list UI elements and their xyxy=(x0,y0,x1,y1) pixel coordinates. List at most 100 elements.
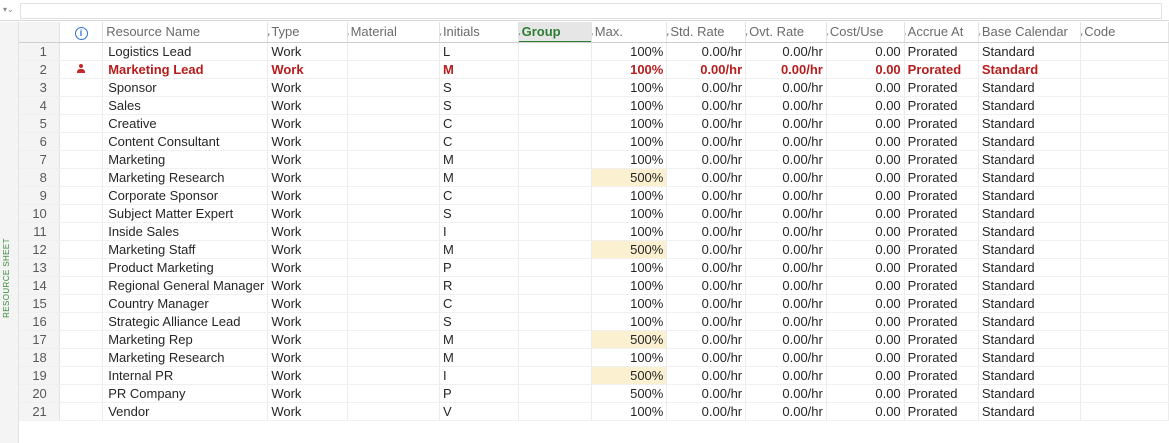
max-units-cell[interactable]: 100% xyxy=(591,276,668,295)
header-resource-name[interactable]: Resource Name xyxy=(102,22,269,43)
cost-use-cell[interactable]: 0.00 xyxy=(826,312,905,331)
type-cell[interactable]: Work xyxy=(267,60,348,79)
row-number[interactable]: 5 xyxy=(19,114,60,133)
initials-cell[interactable]: M xyxy=(439,348,519,367)
header-accrue-at[interactable]: ▾Accrue At xyxy=(904,22,979,43)
chevron-down-icon[interactable]: ▾ xyxy=(667,31,669,39)
ovt-rate-cell[interactable]: 0.00/hr xyxy=(745,402,827,421)
material-cell[interactable] xyxy=(347,78,440,97)
initials-cell[interactable]: P xyxy=(439,258,519,277)
max-units-cell[interactable]: 100% xyxy=(591,186,668,205)
type-cell[interactable]: Work xyxy=(267,330,348,349)
row-number[interactable]: 13 xyxy=(19,258,60,277)
header-code[interactable]: ▾Code xyxy=(1080,22,1169,43)
accrue-at-cell[interactable]: Prorated xyxy=(904,78,979,97)
initials-cell[interactable]: C xyxy=(439,186,519,205)
max-units-cell[interactable]: 100% xyxy=(591,294,668,313)
table-row[interactable]: 5 Creative Work C 100% 0.00/hr 0.00/hr 0.00 Pror… xyxy=(19,114,1169,133)
std-rate-cell[interactable]: 0.00/hr xyxy=(666,330,747,349)
ovt-rate-cell[interactable]: 0.00/hr xyxy=(745,204,827,223)
row-number[interactable]: 14 xyxy=(19,276,60,295)
resource-name-cell[interactable]: Marketing Research xyxy=(102,348,269,367)
initials-cell[interactable]: M xyxy=(439,168,519,187)
row-number[interactable]: 18 xyxy=(19,348,60,367)
initials-cell[interactable]: R xyxy=(439,276,519,295)
ovt-rate-cell[interactable]: 0.00/hr xyxy=(745,96,827,115)
accrue-at-cell[interactable]: Prorated xyxy=(904,168,979,187)
group-cell[interactable] xyxy=(518,42,592,61)
indicator-cell[interactable] xyxy=(59,258,104,277)
indicator-cell[interactable] xyxy=(59,276,104,295)
cost-use-cell[interactable]: 0.00 xyxy=(826,348,905,367)
base-calendar-cell[interactable]: Standard xyxy=(978,78,1082,97)
material-cell[interactable] xyxy=(347,276,440,295)
max-units-cell[interactable]: 100% xyxy=(591,132,668,151)
material-cell[interactable] xyxy=(347,222,440,241)
resource-name-cell[interactable]: Marketing xyxy=(102,150,269,169)
base-calendar-cell[interactable]: Standard xyxy=(978,186,1082,205)
header-group[interactable]: ▾Group xyxy=(518,22,592,43)
row-number[interactable]: 6 xyxy=(19,132,60,151)
cost-use-cell[interactable]: 0.00 xyxy=(826,204,905,223)
group-cell[interactable] xyxy=(518,366,592,385)
table-row[interactable]: 4 Sales Work S 100% 0.00/hr 0.00/hr 0.00 Prorate… xyxy=(19,96,1169,115)
std-rate-cell[interactable]: 0.00/hr xyxy=(666,276,747,295)
type-cell[interactable]: Work xyxy=(267,96,348,115)
base-calendar-cell[interactable]: Standard xyxy=(978,348,1082,367)
row-number[interactable]: 16 xyxy=(19,312,60,331)
cost-use-cell[interactable]: 0.00 xyxy=(826,276,905,295)
accrue-at-cell[interactable]: Prorated xyxy=(904,240,979,259)
code-cell[interactable] xyxy=(1080,60,1169,79)
group-cell[interactable] xyxy=(518,168,592,187)
chevron-down-icon[interactable]: ▾ xyxy=(826,31,828,39)
indicator-cell[interactable] xyxy=(59,78,104,97)
ovt-rate-cell[interactable]: 0.00/hr xyxy=(745,366,827,385)
initials-cell[interactable]: S xyxy=(439,78,519,97)
table-row[interactable]: 7 Marketing Work M 100% 0.00/hr 0.00/hr 0.00 Pro… xyxy=(19,150,1169,169)
view-dropdown-icon[interactable]: ▾⌄ xyxy=(3,4,17,16)
select-all-cell[interactable] xyxy=(19,22,60,43)
std-rate-cell[interactable]: 0.00/hr xyxy=(666,384,747,403)
max-units-cell[interactable]: 100% xyxy=(591,402,668,421)
ovt-rate-cell[interactable]: 0.00/hr xyxy=(745,384,827,403)
material-cell[interactable] xyxy=(347,258,440,277)
type-cell[interactable]: Work xyxy=(267,348,348,367)
type-cell[interactable]: Work xyxy=(267,78,348,97)
header-initials[interactable]: ▾Initials xyxy=(439,22,519,43)
std-rate-cell[interactable]: 0.00/hr xyxy=(666,312,747,331)
initials-cell[interactable]: V xyxy=(439,402,519,421)
ovt-rate-cell[interactable]: 0.00/hr xyxy=(745,186,827,205)
resource-name-cell[interactable]: Sales xyxy=(102,96,269,115)
chevron-down-icon[interactable]: ▾ xyxy=(1081,31,1083,39)
chevron-down-icon[interactable]: ▾ xyxy=(591,31,593,39)
resource-name-cell[interactable]: Creative xyxy=(102,114,269,133)
table-row[interactable]: 11 Inside Sales Work I 100% 0.00/hr 0.00/hr 0.0… xyxy=(19,222,1169,241)
cost-use-cell[interactable]: 0.00 xyxy=(826,168,905,187)
ovt-rate-cell[interactable]: 0.00/hr xyxy=(745,222,827,241)
type-cell[interactable]: Work xyxy=(267,186,348,205)
code-cell[interactable] xyxy=(1080,240,1169,259)
group-cell[interactable] xyxy=(518,240,592,259)
initials-cell[interactable]: I xyxy=(439,366,519,385)
group-cell[interactable] xyxy=(518,330,592,349)
std-rate-cell[interactable]: 0.00/hr xyxy=(666,402,747,421)
entry-field[interactable] xyxy=(20,3,1162,19)
type-cell[interactable]: Work xyxy=(267,114,348,133)
cost-use-cell[interactable]: 0.00 xyxy=(826,60,905,79)
indicator-cell[interactable] xyxy=(59,186,104,205)
code-cell[interactable] xyxy=(1080,186,1169,205)
base-calendar-cell[interactable]: Standard xyxy=(978,258,1082,277)
code-cell[interactable] xyxy=(1080,132,1169,151)
accrue-at-cell[interactable]: Prorated xyxy=(904,132,979,151)
group-cell[interactable] xyxy=(518,78,592,97)
base-calendar-cell[interactable]: Standard xyxy=(978,168,1082,187)
std-rate-cell[interactable]: 0.00/hr xyxy=(666,78,747,97)
type-cell[interactable]: Work xyxy=(267,366,348,385)
row-number[interactable]: 3 xyxy=(19,78,60,97)
resource-name-cell[interactable]: Marketing Lead xyxy=(102,60,269,79)
base-calendar-cell[interactable]: Standard xyxy=(978,402,1082,421)
base-calendar-cell[interactable]: Standard xyxy=(978,114,1082,133)
material-cell[interactable] xyxy=(347,384,440,403)
cost-use-cell[interactable]: 0.00 xyxy=(826,222,905,241)
max-units-cell[interactable]: 100% xyxy=(591,60,668,79)
